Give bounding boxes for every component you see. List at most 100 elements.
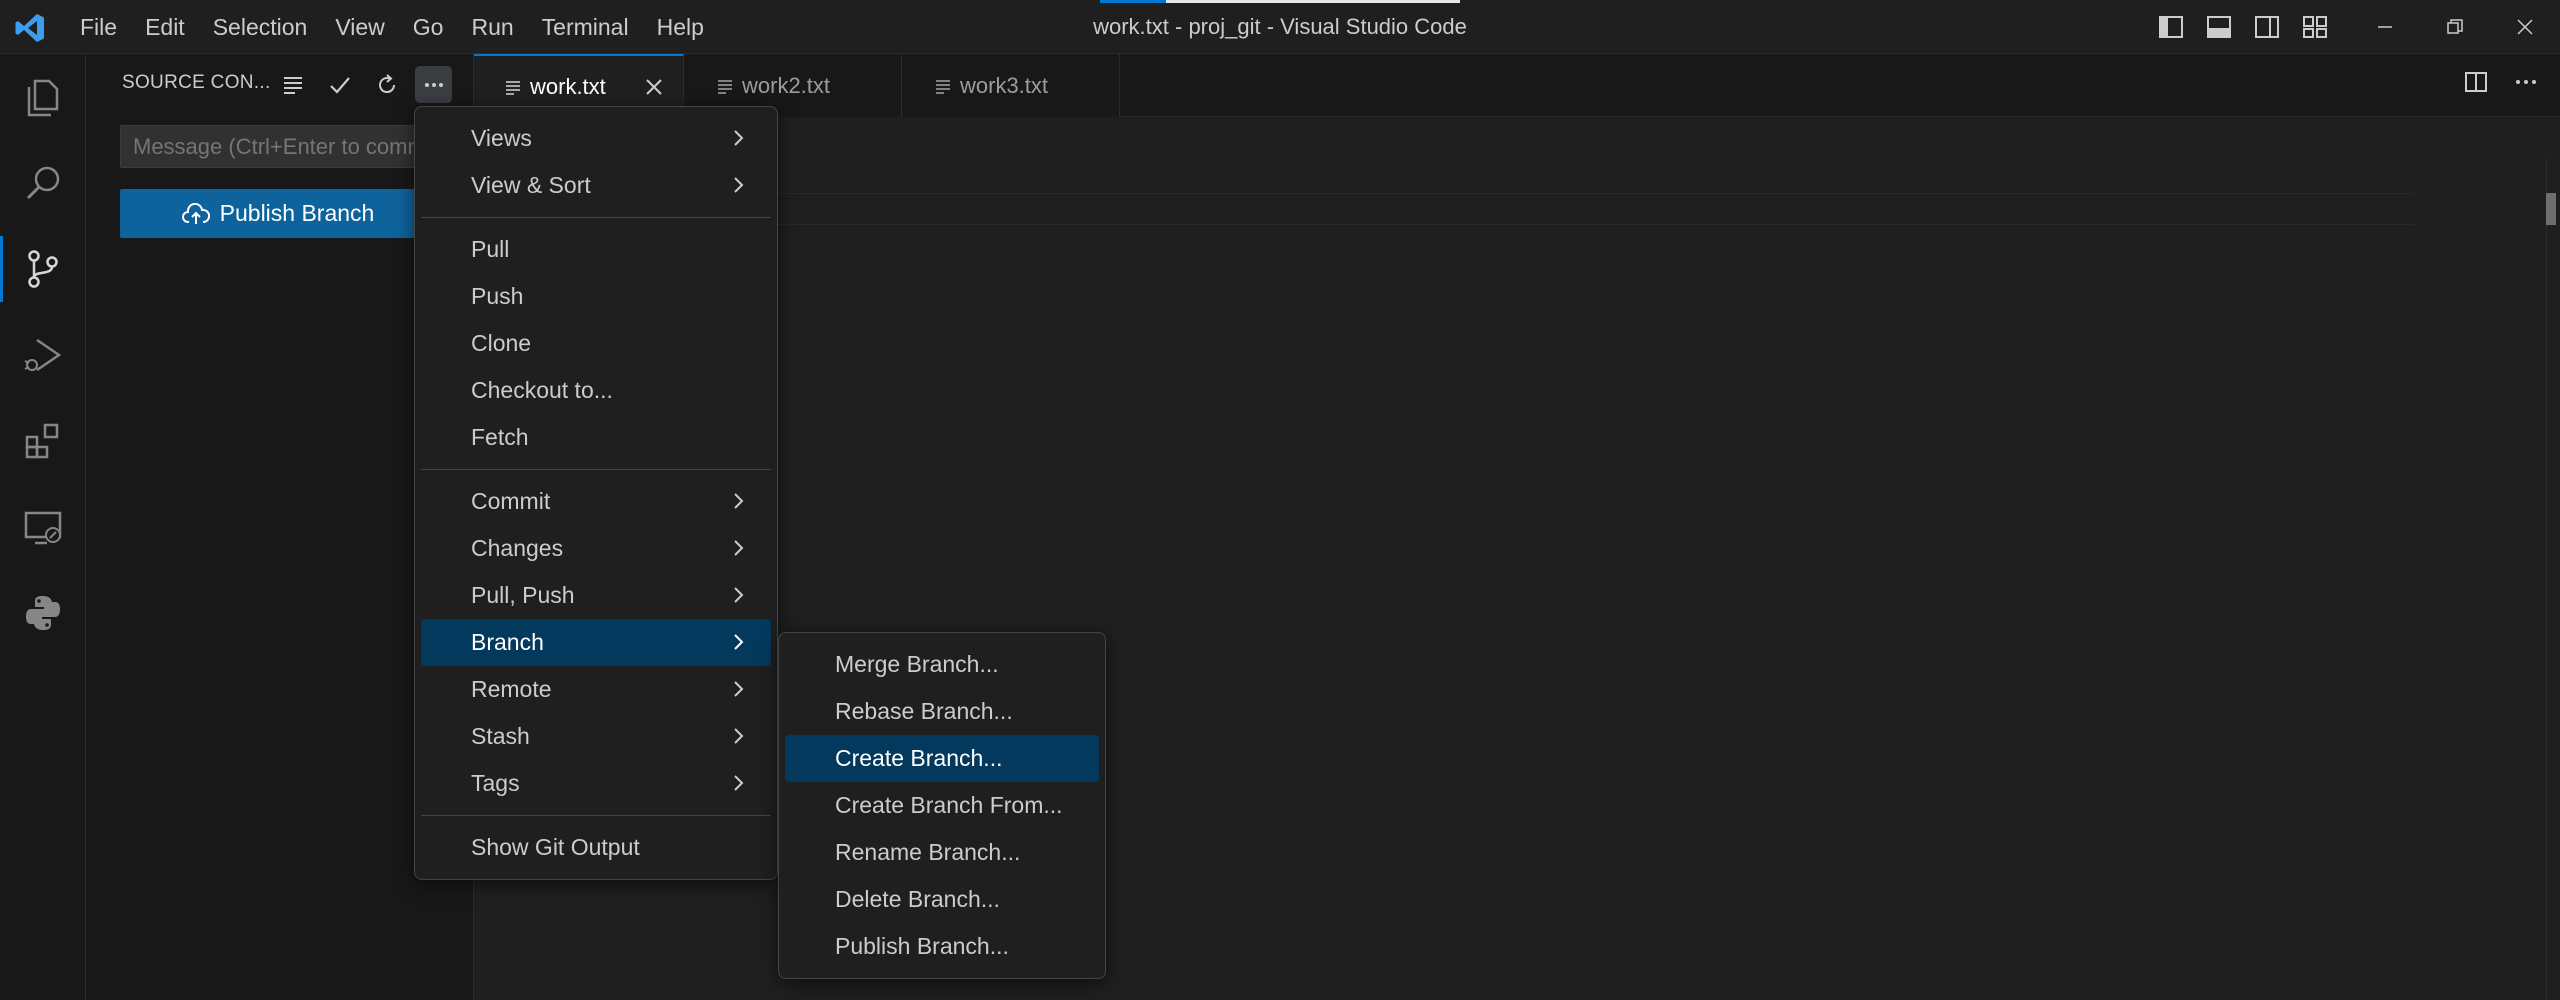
- menu-item-changes[interactable]: Changes: [421, 525, 771, 572]
- restore-button[interactable]: [2420, 0, 2490, 54]
- menu-item-label: Publish Branch...: [835, 933, 1009, 959]
- submenu-item-create-branch-from[interactable]: Create Branch From...: [785, 782, 1099, 829]
- chevron-right-icon: [734, 540, 744, 556]
- editor-scrollbar[interactable]: [2546, 157, 2560, 1000]
- menu-file[interactable]: File: [66, 0, 131, 54]
- menu-item-label: Create Branch From...: [835, 792, 1063, 818]
- refresh-icon: [378, 73, 395, 93]
- submenu-item-delete-branch[interactable]: Delete Branch...: [785, 876, 1099, 923]
- menu-item-stash[interactable]: Stash: [421, 713, 771, 760]
- menu-help[interactable]: Help: [643, 0, 718, 54]
- menu-edit[interactable]: Edit: [131, 0, 199, 54]
- menu-terminal[interactable]: Terminal: [528, 0, 643, 54]
- menu-item-label: Show Git Output: [471, 834, 640, 860]
- commit-button[interactable]: [321, 66, 358, 103]
- menu-bar: File Edit Selection View Go Run Terminal…: [66, 0, 718, 54]
- activity-extensions[interactable]: [0, 398, 86, 484]
- menu-item-remote[interactable]: Remote: [421, 666, 771, 713]
- menu-view[interactable]: View: [321, 0, 398, 54]
- menu-item-views[interactable]: Views: [421, 115, 771, 162]
- menu-item-label: Rebase Branch...: [835, 698, 1013, 724]
- remote-explorer-icon: [24, 511, 62, 545]
- menu-go[interactable]: Go: [399, 0, 458, 54]
- menu-item-view-sort[interactable]: View & Sort: [421, 162, 771, 209]
- menu-item-show-git-output[interactable]: Show Git Output: [421, 824, 771, 871]
- editor-actions: [2462, 68, 2540, 96]
- menu-item-label: Pull, Push: [471, 582, 575, 608]
- minimize-button[interactable]: [2350, 0, 2420, 54]
- cloud-upload-icon: [181, 202, 210, 224]
- menu-item-pull-push[interactable]: Pull, Push: [421, 572, 771, 619]
- menu-separator: [421, 217, 771, 218]
- sidebar-actions: [274, 66, 452, 103]
- tab-label: work2.txt: [742, 72, 831, 98]
- tab-work3-txt[interactable]: work3.txt: [902, 54, 1120, 117]
- title-bar: File Edit Selection View Go Run Terminal…: [0, 0, 2560, 54]
- menu-item-checkout[interactable]: Checkout to...: [421, 367, 771, 414]
- menu-selection[interactable]: Selection: [199, 0, 322, 54]
- menu-item-branch[interactable]: Branch: [421, 619, 771, 666]
- menu-item-label: Tags: [471, 770, 520, 796]
- submenu-item-merge-branch[interactable]: Merge Branch...: [785, 641, 1099, 688]
- split-editor-icon[interactable]: [2462, 68, 2490, 96]
- menu-item-label: Merge Branch...: [835, 651, 999, 677]
- chevron-right-icon: [734, 130, 744, 146]
- file-text-icon: [506, 80, 520, 95]
- menu-item-label: Clone: [471, 330, 532, 356]
- menu-item-label: View & Sort: [471, 172, 591, 198]
- close-icon[interactable]: [641, 74, 667, 100]
- menu-item-label: Rename Branch...: [835, 839, 1021, 865]
- commit-message-input[interactable]: [120, 125, 436, 168]
- list-tree-icon: [283, 76, 302, 94]
- close-window-button[interactable]: [2490, 0, 2560, 54]
- toggle-secondary-sidebar-icon[interactable]: [2252, 12, 2282, 42]
- submenu-item-create-branch[interactable]: Create Branch...: [785, 735, 1099, 782]
- view-as-tree-button[interactable]: [274, 66, 311, 103]
- publish-branch-button[interactable]: Publish Branch: [120, 189, 436, 238]
- editor-tab-bar: work.txt work2.txt work3.txt: [474, 54, 2560, 117]
- tab-label: work3.txt: [960, 72, 1049, 98]
- ellipsis-icon[interactable]: [2512, 68, 2540, 96]
- explorer-icon: [27, 79, 59, 117]
- submenu-item-rebase-branch[interactable]: Rebase Branch...: [785, 688, 1099, 735]
- menu-item-label: Fetch: [471, 424, 529, 450]
- toggle-primary-sidebar-icon[interactable]: [2156, 12, 2186, 42]
- refresh-button[interactable]: [368, 66, 405, 103]
- menu-item-fetch[interactable]: Fetch: [421, 414, 771, 461]
- chevron-right-icon: [734, 634, 744, 650]
- menu-run[interactable]: Run: [457, 0, 527, 54]
- menu-item-tags[interactable]: Tags: [421, 760, 771, 807]
- menu-item-label: Stash: [471, 723, 530, 749]
- menu-item-label: Branch: [471, 629, 544, 655]
- check-icon: [329, 76, 350, 94]
- menu-item-clone[interactable]: Clone: [421, 320, 771, 367]
- activity-python[interactable]: [0, 570, 86, 656]
- activity-search[interactable]: [0, 140, 86, 226]
- chevron-right-icon: [734, 775, 744, 791]
- menu-item-push[interactable]: Push: [421, 273, 771, 320]
- activity-source-control[interactable]: [0, 226, 86, 312]
- chevron-right-icon: [734, 177, 744, 193]
- sidebar-title: SOURCE CON...: [122, 72, 271, 93]
- submenu-item-rename-branch[interactable]: Rename Branch...: [785, 829, 1099, 876]
- scrollbar-slider[interactable]: [2546, 193, 2556, 225]
- menu-item-label: Pull: [471, 236, 510, 262]
- file-text-icon: [718, 79, 732, 94]
- submenu-item-publish-branch[interactable]: Publish Branch...: [785, 923, 1099, 970]
- source-control-more-actions-menu: Views View & Sort Pull Push Clone Checko…: [414, 106, 778, 880]
- menu-separator: [421, 815, 771, 816]
- toggle-panel-icon[interactable]: [2204, 12, 2234, 42]
- more-actions-button[interactable]: [415, 66, 452, 103]
- activity-remote-explorer[interactable]: [0, 484, 86, 570]
- menu-item-commit[interactable]: Commit: [421, 478, 771, 525]
- publish-branch-label: Publish Branch: [219, 200, 375, 226]
- menu-item-label: Create Branch...: [835, 745, 1003, 771]
- python-icon: [26, 596, 60, 630]
- menu-item-pull[interactable]: Pull: [421, 226, 771, 273]
- activity-explorer[interactable]: [0, 54, 86, 140]
- minimize-icon: [2378, 26, 2392, 28]
- run-debug-icon: [24, 338, 62, 372]
- activity-run-debug[interactable]: [0, 312, 86, 398]
- search-icon: [26, 166, 60, 200]
- customize-layout-icon[interactable]: [2300, 12, 2330, 42]
